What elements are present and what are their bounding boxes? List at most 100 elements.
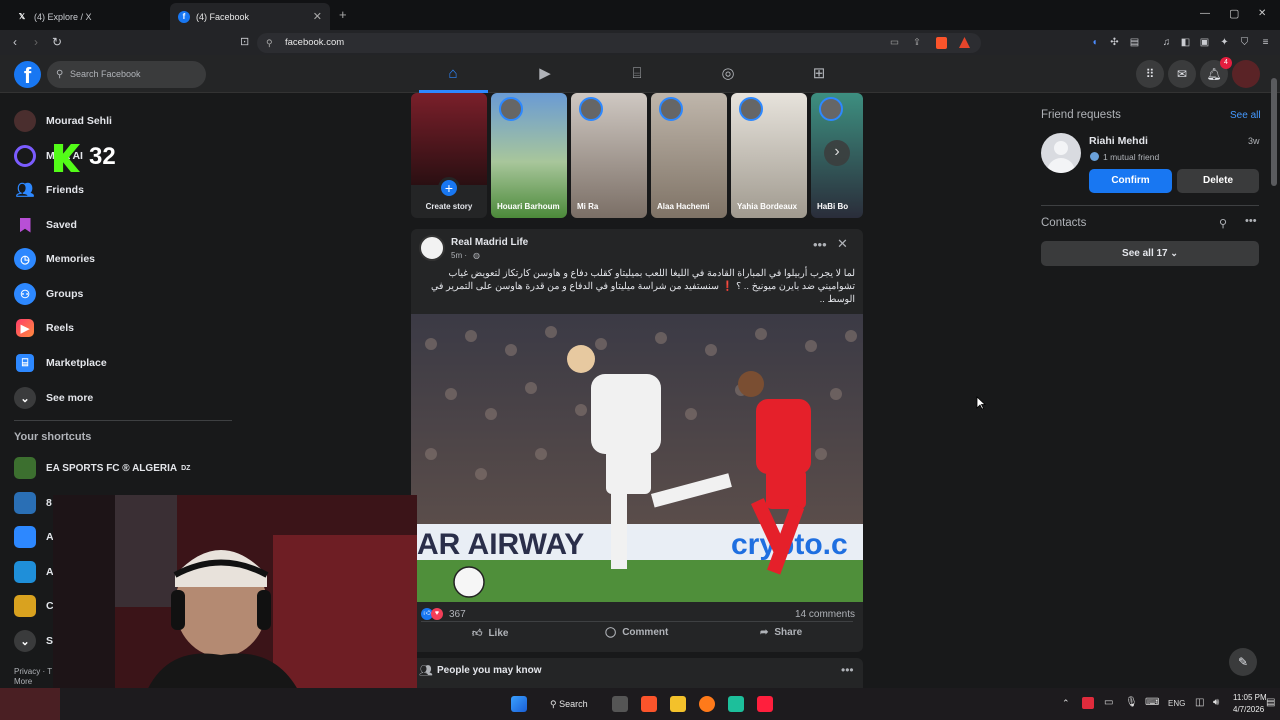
sidebar-item-saved[interactable]: Saved [14,210,77,240]
forward-icon[interactable]: › [34,35,38,49]
shortcut-item[interactable]: 8 [14,488,52,518]
minimize-button[interactable]: — [1200,8,1210,19]
home-icon[interactable]: ⌂ [442,64,464,84]
sidebar-item-friends[interactable]: 👥︎ Friends [14,175,83,205]
notification-center-icon[interactable]: ▤ [1266,697,1275,708]
post-time[interactable]: 5m · [451,251,467,260]
groups-icon[interactable]: ◎ [717,64,739,84]
bookmark-icon[interactable]: ⊡ [240,35,249,48]
file-explorer-icon[interactable] [670,696,686,712]
shortcut-item[interactable]: EA SPORTS FC ® ALGERIA DZ [14,453,190,483]
scrollbar-thumb[interactable] [1271,78,1277,186]
start-button[interactable] [511,696,527,712]
tab-x[interactable]: 𝕏 (4) Explore / X [8,3,168,30]
brave-browser-icon[interactable] [641,696,657,712]
chevron-up-icon[interactable]: ⌃ [1062,698,1070,709]
delete-button[interactable]: Delete [1177,169,1259,193]
microphone-icon[interactable]: 🎙︎ [1125,697,1138,708]
sidebar-item-reels[interactable]: ▶ Reels [14,313,74,343]
close-tab-icon[interactable]: ✕ [313,10,322,23]
close-window-button[interactable]: ✕ [1258,8,1266,19]
video-icon[interactable]: ▶ [534,64,556,84]
like-button[interactable]: 👍︎ Like [472,627,508,640]
comment-count[interactable]: 14 comments [795,609,855,620]
media-icon[interactable]: ♫ [1160,36,1173,49]
brave-shields-icon[interactable] [936,37,947,49]
notifications-button[interactable]: 🔔︎ 4 [1200,57,1232,88]
menu-grid-icon[interactable]: ⠿ [1136,60,1164,88]
back-icon[interactable]: ‹ [13,35,17,49]
footer-more[interactable]: More [14,677,32,686]
site-info-icon[interactable]: ⚲ [266,33,273,53]
keyboard-icon[interactable]: ⌨ [1145,697,1159,708]
sidebar-item-memories[interactable]: ◷ Memories [14,244,95,274]
story-card[interactable]: Houari Barhoum [491,93,567,218]
avatar[interactable] [1041,133,1081,173]
shortcut-item[interactable]: A [14,522,54,552]
footer-links[interactable]: Privacy · T [14,667,52,676]
page-avatar[interactable] [419,235,445,261]
wallet-icon[interactable]: ▣ [1198,36,1211,49]
tab-facebook[interactable]: f (4) Facebook ✕ [170,3,330,30]
post-photo[interactable]: AR AIRWAY crypto.c [411,314,863,602]
maximize-button[interactable]: ▢ [1229,7,1239,20]
story-card[interactable]: Mi Ra [571,93,647,218]
audio-icon[interactable]: ◖ [1088,36,1101,49]
task-view-icon[interactable] [612,696,628,712]
sidebar-item-profile[interactable]: Mourad Sehli [14,106,112,136]
volume-icon[interactable]: 🔊︎ [1213,697,1219,708]
cast-icon[interactable]: ▭ [890,33,899,53]
vpn-icon[interactable]: ⛉ [1238,36,1251,49]
youtube-icon[interactable] [757,696,773,712]
pymk-options-icon[interactable]: ••• [841,663,854,677]
share-button[interactable]: ➦ Share [760,627,802,638]
menu-icon[interactable]: ≡ [1259,36,1272,49]
story-card[interactable]: Alaa Hachemi [651,93,727,218]
marketplace-icon[interactable]: ⌸ [626,64,648,84]
contacts-options-icon[interactable]: ••• [1245,215,1257,227]
sidebar-see-more[interactable]: ⌄ See more [14,383,93,413]
mutual-friends[interactable]: 1 mutual friend [1103,152,1159,162]
see-all-link[interactable]: See all [1230,110,1261,121]
post-options-icon[interactable]: ••• [813,237,827,252]
story-card[interactable]: Yahia Bordeaux [731,93,807,218]
stories-next-button[interactable]: › [824,140,850,166]
clock-date[interactable]: 4/7/2026 [1233,705,1264,714]
taskbar-search[interactable]: ⚲ Search [542,694,598,714]
profile-avatar[interactable] [1232,60,1260,88]
sidebar-icon[interactable]: ◧ [1179,36,1192,49]
firefox-icon[interactable] [699,696,715,712]
requester-name[interactable]: Riahi Mehdi [1089,135,1148,147]
comment-button[interactable]: ◯ Comment [605,627,668,638]
shortcut-item[interactable]: A [14,557,54,587]
network-icon[interactable]: ◫ [1195,697,1204,708]
messenger-icon[interactable]: ✉ [1168,60,1196,88]
share-icon[interactable]: ⇪ [913,33,921,53]
new-message-button[interactable]: ✎ [1229,648,1257,676]
tray-icon[interactable]: ▭ [1104,697,1113,708]
shortcut-item[interactable]: C [14,591,54,621]
reaction-summary[interactable]: 👍︎ ♥ 367 [421,608,466,620]
sidebar-item-marketplace[interactable]: ⌸ Marketplace [14,348,107,378]
confirm-button[interactable]: Confirm [1089,169,1172,193]
reader-icon[interactable]: ▤ [1128,36,1141,49]
hide-post-icon[interactable]: ✕ [837,236,848,252]
extensions-icon[interactable]: ✣ [1108,36,1121,49]
search-input[interactable]: ⚲ Search Facebook [47,61,206,88]
clock-time[interactable]: 11:05 PM [1233,693,1267,702]
leo-ai-icon[interactable]: ✦ [1218,36,1231,49]
gaming-icon[interactable]: ⊞ [808,64,830,84]
create-story-card[interactable]: + Create story [411,93,487,218]
app-icon[interactable] [728,696,744,712]
sidebar-item-groups[interactable]: ⚇ Groups [14,279,83,309]
tray-app-icon[interactable] [1082,697,1094,709]
address-bar[interactable]: ⚲ facebook.com ▭ ⇪ [257,33,981,53]
language-indicator[interactable]: ENG [1168,699,1185,708]
search-icon[interactable]: ⚲ [1219,217,1227,230]
facebook-logo-icon[interactable]: f [14,61,41,88]
post-author[interactable]: Real Madrid Life [451,237,528,248]
brave-rewards-icon[interactable] [959,37,970,48]
see-all-contacts-button[interactable]: See all 17 ⌄ [1041,241,1259,266]
reload-icon[interactable]: ↻ [52,35,62,49]
new-tab-button[interactable]: + [339,7,347,22]
